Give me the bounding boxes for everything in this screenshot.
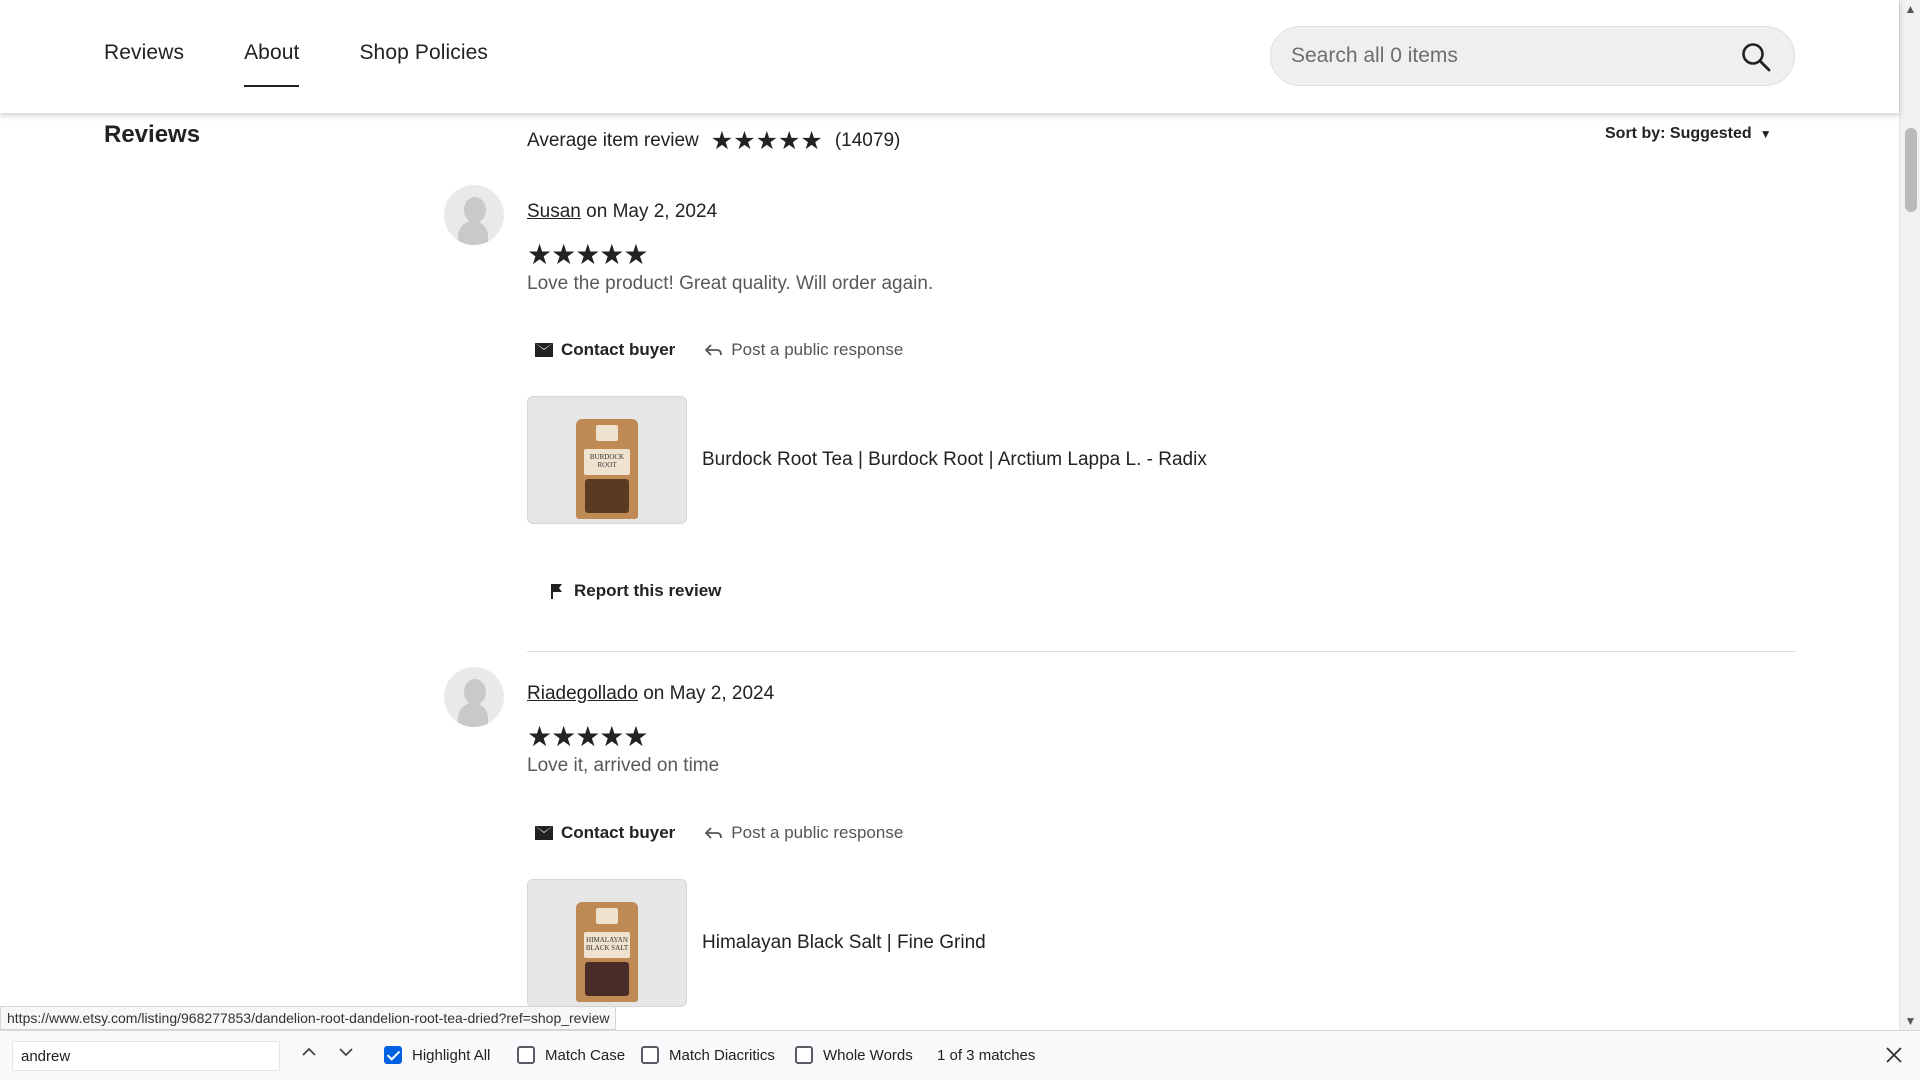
search-icon[interactable] <box>1740 41 1772 73</box>
tab-shop-policies[interactable]: Shop Policies <box>359 41 488 87</box>
avatar <box>444 185 504 245</box>
reviewed-product-link[interactable]: HIMALAYAN BLACK SALT Himalayan Black Sal… <box>527 879 986 1007</box>
review-divider <box>527 651 1795 652</box>
envelope-icon <box>535 343 553 357</box>
review-stars-icon: ★★★★★ <box>527 721 649 752</box>
envelope-icon <box>535 826 553 840</box>
product-thumbnail: BURDOCK ROOT <box>527 396 687 524</box>
review-stars-icon: ★★★★★ <box>527 239 649 270</box>
page-scrollbar[interactable]: ▲ ▼ <box>1899 0 1920 1030</box>
average-review: Average item review ★★★★★ (14079) <box>527 126 900 156</box>
checkbox-checked-icon <box>384 1046 402 1064</box>
scrollbar-thumb[interactable] <box>1905 128 1917 212</box>
sort-label: Sort by: Suggested <box>1605 125 1752 142</box>
review-actions: Contact buyer Post a public response <box>535 823 933 843</box>
reply-arrow-icon <box>705 827 723 839</box>
average-label: Average item review <box>527 130 699 151</box>
match-diacritics-checkbox[interactable]: Match Diacritics <box>641 1046 775 1064</box>
reviewer-name-link[interactable]: Susan <box>527 201 581 222</box>
checkbox-icon <box>517 1046 535 1064</box>
review-text: Love it, arrived on time <box>527 755 720 776</box>
product-title: Burdock Root Tea | Burdock Root | Arctiu… <box>702 449 1207 470</box>
average-stars-icon: ★★★★★ <box>710 127 823 155</box>
bag-label: BURDOCK ROOT <box>584 449 630 475</box>
contact-buyer-button[interactable]: Contact buyer <box>535 823 675 843</box>
shop-search-input[interactable] <box>1291 27 1711 85</box>
find-previous-chevron-up-icon[interactable] <box>295 1042 323 1070</box>
product-thumbnail: HIMALAYAN BLACK SALT <box>527 879 687 1007</box>
sort-dropdown[interactable]: Sort by: Suggested ▼ <box>1605 125 1772 143</box>
contact-buyer-button[interactable]: Contact buyer <box>535 340 675 360</box>
bag-label: HIMALAYAN BLACK SALT <box>584 932 630 958</box>
report-label: Report this review <box>574 581 722 600</box>
scroll-down-arrow-icon[interactable]: ▼ <box>1900 1012 1920 1030</box>
match-count: 1 of 3 matches <box>937 1047 1036 1064</box>
checkbox-icon <box>795 1046 813 1064</box>
post-public-response-button[interactable]: Post a public response <box>705 340 903 360</box>
avatar <box>444 667 504 727</box>
caret-down-icon: ▼ <box>1759 127 1772 141</box>
whole-words-label: Whole Words <box>823 1046 913 1064</box>
review-actions: Contact buyer Post a public response <box>535 340 933 360</box>
review-byline: Susan on May 2, 2024 <box>527 201 717 223</box>
report-review-button[interactable]: Report this review <box>550 581 721 601</box>
review-byline: Riadegollado on May 2, 2024 <box>527 683 774 705</box>
reviews-heading: Reviews <box>104 121 201 148</box>
reply-arrow-icon <box>705 344 723 356</box>
whole-words-checkbox[interactable]: Whole Words <box>795 1046 913 1064</box>
post-response-label: Post a public response <box>731 340 904 359</box>
find-next-chevron-down-icon[interactable] <box>332 1042 360 1070</box>
review-count: (14079) <box>834 130 901 151</box>
tab-reviews[interactable]: Reviews <box>104 41 184 87</box>
shop-tabs: Reviews About Shop Policies <box>104 41 548 87</box>
match-case-checkbox[interactable]: Match Case <box>517 1046 625 1064</box>
shop-nav-bar: Reviews About Shop Policies <box>0 0 1899 113</box>
product-title: Himalayan Black Salt | Fine Grind <box>702 932 986 953</box>
checkbox-icon <box>641 1046 659 1064</box>
post-public-response-button[interactable]: Post a public response <box>705 823 903 843</box>
contact-buyer-label: Contact buyer <box>561 340 676 359</box>
post-response-label: Post a public response <box>731 823 904 842</box>
match-diacritics-label: Match Diacritics <box>669 1046 775 1064</box>
find-in-page-bar: Highlight All Match Case Match Diacritic… <box>0 1030 1920 1080</box>
review-date: on May 2, 2024 <box>586 201 718 222</box>
flag-icon <box>551 584 562 599</box>
find-input[interactable] <box>12 1041 280 1071</box>
status-url-preview: https://www.etsy.com/listing/968277853/d… <box>0 1006 617 1030</box>
scroll-up-arrow-icon[interactable]: ▲ <box>1900 0 1920 18</box>
highlight-all-label: Highlight All <box>412 1046 491 1064</box>
match-case-label: Match Case <box>545 1046 626 1064</box>
contact-buyer-label: Contact buyer <box>561 823 676 842</box>
tab-about[interactable]: About <box>244 41 300 87</box>
reviewed-product-link[interactable]: BURDOCK ROOT Burdock Root Tea | Burdock … <box>527 396 1207 524</box>
shop-search-box <box>1270 26 1795 86</box>
close-find-bar-icon[interactable] <box>1880 1040 1908 1070</box>
highlight-all-checkbox[interactable]: Highlight All <box>384 1046 490 1064</box>
review-text: Love the product! Great quality. Will or… <box>527 273 934 294</box>
reviewer-name-link[interactable]: Riadegollado <box>527 683 638 704</box>
review-date: on May 2, 2024 <box>643 683 775 704</box>
